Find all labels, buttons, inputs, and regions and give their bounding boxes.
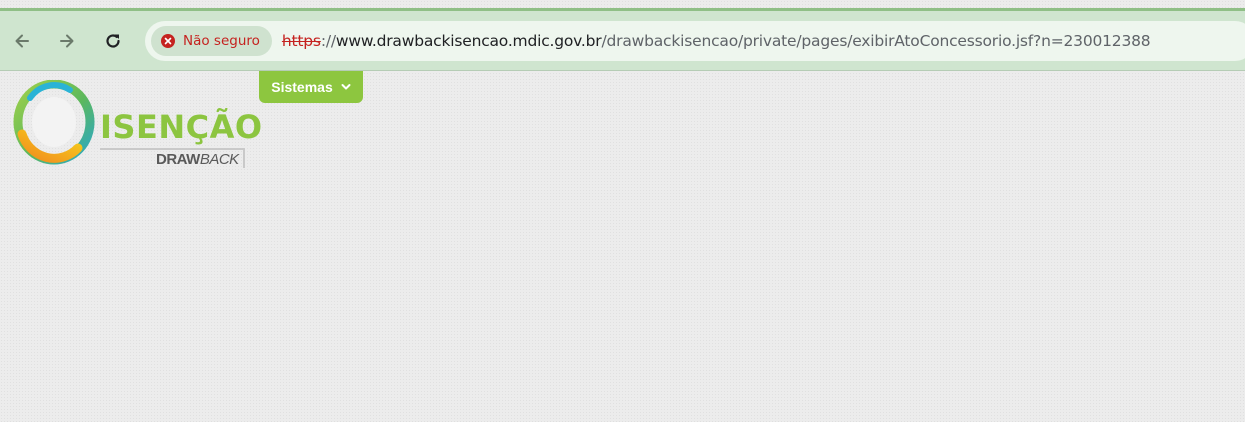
address-bar[interactable]: Não seguro https://www.drawbackisencao.m… xyxy=(145,21,1245,61)
forward-button[interactable] xyxy=(55,29,79,53)
url-text[interactable]: https://www.drawbackisencao.mdic.gov.br/… xyxy=(282,32,1151,50)
logo-subtitle: DRAWBACK xyxy=(156,151,239,168)
sistemas-label: Sistemas xyxy=(271,79,333,95)
url-separator: :// xyxy=(320,32,336,50)
url-path: /drawbackisencao/private/pages/exibirAto… xyxy=(601,32,1151,50)
reload-icon xyxy=(106,34,120,48)
logo-wordmark: ISENÇÃO xyxy=(100,108,263,146)
browser-toolbar: Não seguro https://www.drawbackisencao.m… xyxy=(0,11,1245,71)
logo-ring-icon xyxy=(13,80,95,165)
arrow-right-icon xyxy=(60,34,74,48)
url-host: www.drawbackisencao.mdic.gov.br xyxy=(335,32,602,50)
reload-button[interactable] xyxy=(101,29,125,53)
error-circle-icon xyxy=(161,34,175,48)
back-button[interactable] xyxy=(10,29,34,53)
chevron-down-icon xyxy=(341,84,351,90)
security-label: Não seguro xyxy=(183,33,260,49)
sistemas-menu-button[interactable]: Sistemas xyxy=(259,71,363,103)
isencao-drawback-logo[interactable]: ISENÇÃO DRAWBACK xyxy=(12,80,262,172)
security-indicator[interactable]: Não seguro xyxy=(151,26,272,56)
arrow-left-icon xyxy=(15,34,29,48)
logo-sub-light: BACK xyxy=(199,151,239,168)
url-scheme: https xyxy=(281,32,321,50)
logo-sub-bold: DRAW xyxy=(156,151,200,168)
